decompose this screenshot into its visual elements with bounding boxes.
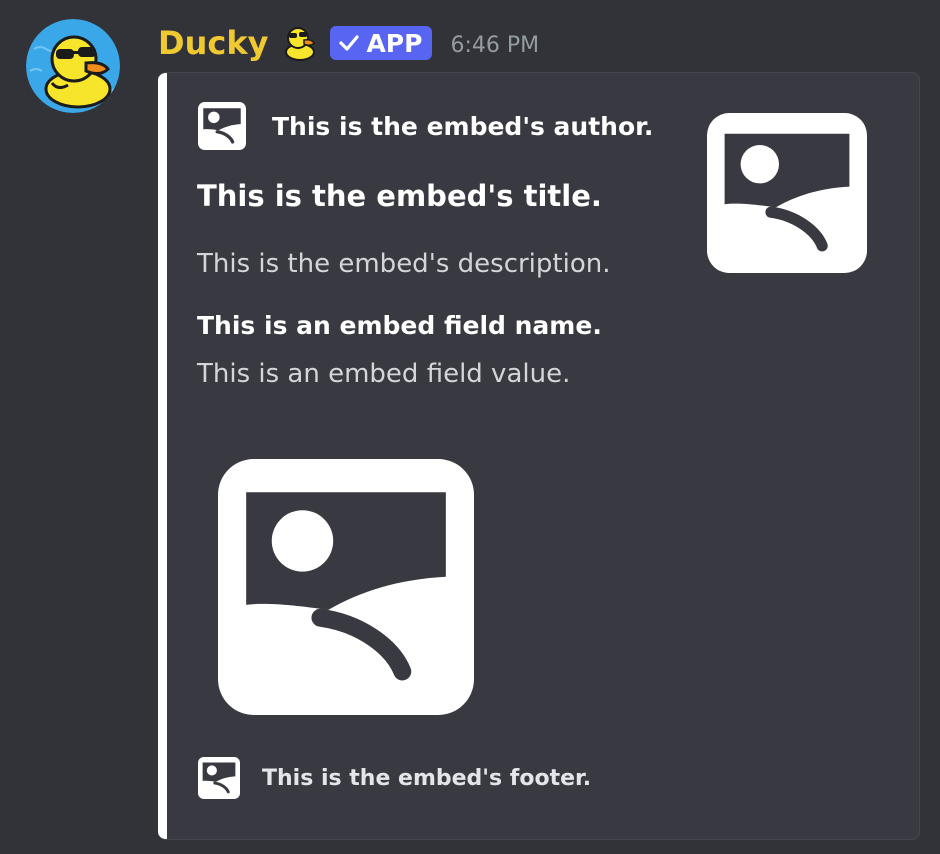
image-placeholder-icon (198, 102, 246, 150)
username[interactable]: Ducky (158, 24, 268, 62)
embed-image[interactable] (218, 459, 474, 715)
image-placeholder-icon (218, 459, 474, 715)
embed-author: This is the embed's author. (198, 102, 653, 150)
chat-message: Ducky APP 6:46 PM This is the embed's au… (0, 0, 940, 854)
embed-field-name: This is an embed field name. (197, 311, 602, 340)
embed-author-name: This is the embed's author. (272, 111, 654, 141)
embed-accent-bar (158, 73, 167, 839)
image-placeholder-icon (707, 113, 867, 273)
app-badge: APP (330, 26, 433, 60)
app-badge-label: APP (366, 28, 423, 58)
embed-thumbnail[interactable] (707, 113, 867, 273)
embed-footer: This is the embed's footer. (198, 757, 591, 799)
checkmark-icon (338, 32, 360, 54)
duck-with-sunglasses-icon (26, 19, 120, 113)
embed-footer-text: This is the embed's footer. (262, 765, 592, 791)
embed-description: This is the embed's description. (197, 249, 611, 279)
image-placeholder-icon (198, 757, 240, 799)
embed-field-value: This is an embed field value. (197, 359, 571, 389)
embed-card: This is the embed's author. This is the … (158, 72, 920, 840)
user-avatar[interactable] (26, 19, 120, 113)
duck-with-sunglasses-icon (280, 24, 318, 62)
message-header: Ducky APP 6:46 PM (158, 20, 539, 66)
message-timestamp[interactable]: 6:46 PM (450, 33, 539, 58)
embed-title: This is the embed's title. (197, 179, 602, 213)
